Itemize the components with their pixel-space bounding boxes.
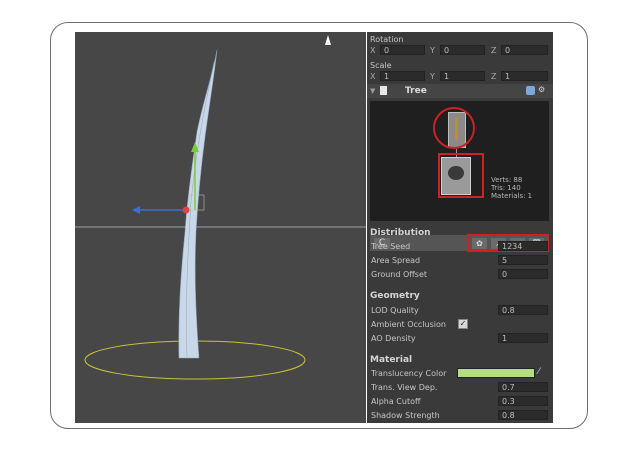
scale-x-label: X: [370, 72, 376, 81]
materials-count: Materials: 1: [491, 192, 533, 200]
scene-canvas[interactable]: [75, 32, 366, 423]
scale-y-field[interactable]: 1: [440, 71, 485, 81]
rotation-y-label: Y: [430, 46, 435, 55]
scale-label: Scale: [370, 61, 392, 70]
tree-stats: Verts: 88 Tris: 140 Materials: 1: [491, 176, 532, 200]
inspector-panel: Rotation X 0 Y 0 Z 0 Scale X 1 Y 1 Z 1 ▼…: [367, 32, 553, 423]
shadow-strength-field[interactable]: 0.8: [498, 410, 548, 420]
rotation-z-field[interactable]: 0: [501, 45, 548, 55]
rotation-z-label: Z: [491, 46, 497, 55]
scale-y-label: Y: [430, 72, 435, 81]
shadow-strength-label: Shadow Strength: [371, 411, 440, 420]
ao-density-label: AO Density: [371, 334, 416, 343]
translucency-color-swatch[interactable]: [457, 368, 535, 378]
tree-seed-field[interactable]: 1234: [498, 241, 548, 251]
tree-seed-label: Tree Seed: [371, 242, 411, 251]
ground-offset-field[interactable]: 0: [498, 269, 548, 279]
material-header: Material: [370, 355, 413, 365]
scale-z-label: Z: [491, 72, 497, 81]
foldout-arrow-icon[interactable]: ▼: [370, 87, 375, 95]
ambient-occlusion-label: Ambient Occlusion: [371, 320, 446, 329]
distribution-header: Distribution: [370, 228, 431, 238]
pivot-point: [182, 206, 190, 214]
eyedropper-icon[interactable]: ⁄: [538, 367, 540, 377]
area-spread-label: Area Spread: [371, 256, 421, 265]
verts-count: Verts: 88: [491, 176, 523, 184]
tris-count: Tris: 140: [491, 184, 521, 192]
root-highlight-box: [438, 153, 484, 198]
branch-highlight-circle: [433, 107, 475, 149]
component-enable-icon[interactable]: [380, 86, 387, 95]
lod-quality-label: LOD Quality: [371, 306, 419, 315]
lod-quality-field[interactable]: 0.8: [498, 305, 548, 315]
help-book-icon[interactable]: [526, 86, 535, 95]
rotation-x-field[interactable]: 0: [380, 45, 425, 55]
rotation-y-field[interactable]: 0: [440, 45, 485, 55]
settings-gear-icon[interactable]: ⚙: [538, 85, 545, 94]
alpha-cutoff-field[interactable]: 0.3: [498, 396, 548, 406]
trans-view-dep-field[interactable]: 0.7: [498, 382, 548, 392]
scale-z-field[interactable]: 1: [501, 71, 548, 81]
translucency-color-label: Translucency Color: [371, 369, 447, 378]
x-axis-arrow-icon: [132, 206, 140, 214]
rotation-label: Rotation: [370, 35, 404, 44]
alpha-cutoff-label: Alpha Cutoff: [371, 397, 421, 406]
tree-trunk: [178, 49, 218, 359]
ground-offset-label: Ground Offset: [371, 270, 428, 279]
trans-view-dep-label: Trans. View Dep.: [371, 383, 438, 392]
ambient-occlusion-checkbox[interactable]: ✓: [458, 319, 468, 329]
geometry-header: Geometry: [370, 291, 420, 301]
area-spread-field[interactable]: 5: [498, 255, 548, 265]
ao-density-field[interactable]: 1: [498, 333, 548, 343]
scene-orientation-icon: [325, 35, 331, 45]
scale-x-field[interactable]: 1: [380, 71, 425, 81]
rotation-x-label: X: [370, 46, 376, 55]
scene-viewport[interactable]: [75, 32, 366, 423]
tree-component-title: Tree: [405, 86, 427, 96]
